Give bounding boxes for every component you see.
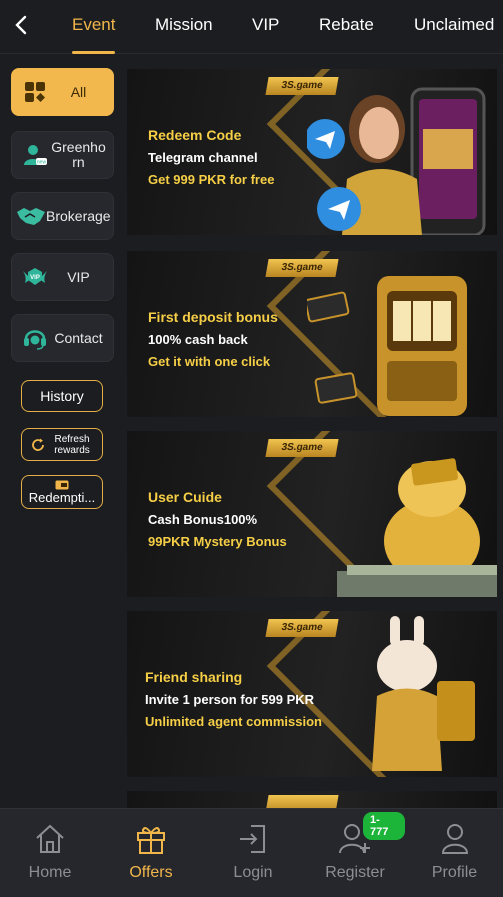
chevron-left-icon[interactable] — [8, 12, 34, 38]
banner-offer: Get it with one click — [148, 354, 271, 369]
refresh-rewards-label: Refresh rewards — [54, 433, 90, 456]
active-tab-indicator — [72, 51, 115, 54]
nav-label: Login — [233, 864, 273, 881]
history-button[interactable]: History — [21, 380, 103, 412]
vip-badge-icon: VIP — [20, 262, 50, 292]
banner-offer: 99PKR Mystery Bonus — [148, 534, 287, 549]
home-icon — [32, 821, 68, 857]
sidebar-item-contact[interactable]: Contact — [11, 314, 114, 362]
banner-title: First deposit bonus — [148, 309, 278, 325]
nav-profile[interactable]: Profile — [406, 809, 503, 897]
banner-offer: Get 999 PKR for free — [148, 172, 275, 187]
top-nav: Event Mission VIP Rebate Unclaimed — [0, 0, 503, 54]
login-icon — [235, 821, 271, 857]
sidebar-item-label: All — [70, 83, 87, 100]
ticket-icon — [55, 480, 69, 490]
banner-title: Redeem Code — [148, 127, 242, 143]
sidebar-item-vip[interactable]: VIP VIP — [11, 253, 114, 301]
banner-title: Friend sharing — [145, 669, 243, 685]
tab-vip[interactable]: VIP — [252, 15, 279, 35]
promo-banner-redeem-code[interactable]: 3S.game Redeem Code Telegram channel Get… — [127, 69, 497, 235]
refresh-icon — [31, 438, 45, 452]
sidebar-item-greenhorn[interactable]: new Greenhorn — [11, 131, 114, 179]
tiger-illustration — [337, 458, 497, 597]
nav-register[interactable]: 1-777 Register — [305, 809, 405, 897]
sidebar-item-label: Greenhorn — [51, 139, 106, 170]
newbie-avatar-icon: new — [20, 140, 50, 170]
register-badge: 1-777 — [363, 812, 405, 840]
nav-offers[interactable]: Offers — [101, 809, 201, 897]
redemption-button[interactable]: Redempti... — [21, 475, 103, 509]
sidebar-item-all[interactable]: All — [11, 68, 114, 116]
grid-icon — [20, 77, 50, 107]
tab-rebate[interactable]: Rebate — [319, 15, 374, 35]
handshake-icon — [16, 201, 46, 231]
profile-icon — [437, 821, 473, 857]
banner-illustration — [307, 87, 486, 235]
tab-unclaimed[interactable]: Unclaimed — [414, 15, 494, 35]
nav-label: Profile — [431, 864, 478, 881]
banner-subtitle: Invite 1 person for 599 PKR — [145, 692, 315, 707]
sidebar-item-label: Brokerage — [46, 207, 111, 224]
banner-offer: Unlimited agent commission — [145, 714, 322, 729]
gift-icon — [133, 821, 169, 857]
headset-icon — [20, 323, 50, 353]
promo-banner-user-guide[interactable]: 3S.game User Cuide Cash Bonus100% 99PKR … — [127, 431, 497, 597]
promo-banner-friend-sharing[interactable]: 3S.game Friend sharing Invite 1 person f… — [127, 611, 497, 777]
svg-text:new: new — [37, 160, 47, 166]
promo-banner-first-deposit[interactable]: 3S.game First deposit bonus 100% cash ba… — [127, 251, 497, 417]
sidebar-item-brokerage[interactable]: Brokerage — [11, 192, 114, 240]
tab-mission[interactable]: Mission — [155, 15, 213, 35]
redemption-label: Redempti... — [28, 490, 96, 505]
banner-subtitle: Telegram channel — [148, 150, 258, 165]
banner-title: User Cuide — [148, 489, 222, 505]
sidebar-item-label: VIP — [67, 268, 90, 285]
banner-subtitle: Cash Bonus100% — [148, 512, 258, 527]
tab-event[interactable]: Event — [72, 15, 115, 35]
nav-label: Offers — [129, 864, 173, 881]
refresh-rewards-button[interactable]: Refresh rewards — [21, 428, 103, 461]
bottom-nav: Home Offers Login 1-777 Register Profile — [0, 808, 503, 897]
nav-label: Register — [325, 864, 385, 881]
tab-bar: Event Mission VIP Rebate Unclaimed — [50, 0, 503, 54]
nav-home[interactable]: Home — [0, 809, 100, 897]
banner-subtitle: 100% cash back — [148, 332, 248, 347]
slot-machine-illustration — [307, 276, 467, 416]
nav-login[interactable]: Login — [203, 809, 303, 897]
sidebar-item-label: Contact — [54, 329, 103, 346]
svg-text:VIP: VIP — [30, 275, 40, 281]
rabbit-illustration — [372, 616, 475, 771]
nav-label: Home — [28, 864, 72, 881]
